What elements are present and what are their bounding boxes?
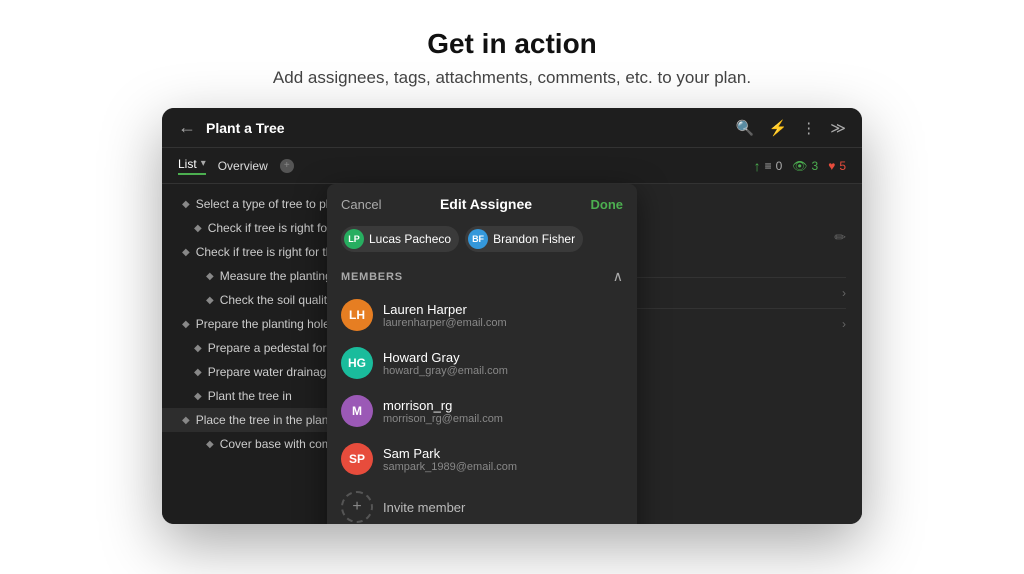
search-icon[interactable]: 🔍 (736, 119, 755, 137)
done-button[interactable]: Done (591, 197, 624, 212)
main-area: ◆ Select a type of tree to plant ◆ Check… (162, 184, 862, 524)
member-email-sam: sampark_1989@email.com (383, 461, 623, 473)
filter-icon[interactable]: ⚡ (769, 119, 788, 137)
stat-hearts: ♥ 5 (828, 159, 846, 173)
avatar-brandon: BF (468, 229, 488, 249)
eye-icon: 👁 (792, 159, 807, 173)
bullet-icon: ◆ (194, 223, 202, 234)
add-tab-dot[interactable]: + (280, 159, 294, 173)
bullet-icon: ◆ (194, 367, 202, 378)
member-lauren[interactable]: LH Lauren Harper laurenharper@email.com (327, 291, 637, 339)
invite-label: Invite member (383, 500, 465, 515)
tab-overview[interactable]: Overview (218, 159, 268, 173)
page-title: Get in action (0, 28, 1024, 60)
bullet-icon: ◆ (206, 271, 214, 282)
avatar-lauren: LH (341, 299, 373, 331)
top-icons: 🔍 ⚡ ⋮ ≫ (736, 119, 846, 137)
bullet-icon: ◆ (194, 343, 202, 354)
bullet-icon: ◆ (194, 391, 202, 402)
right-stats: ↑ ≡ 0 👁 3 ♥ 5 (754, 158, 846, 174)
invite-member-item[interactable]: + Invite member (327, 483, 637, 524)
modal-title: Edit Assignee (440, 196, 532, 212)
app-window: ← Plant a Tree 🔍 ⚡ ⋮ ≫ List ▾ Overview +… (162, 108, 862, 524)
more-icon[interactable]: ⋮ (801, 119, 816, 137)
member-name-howard: Howard Gray (383, 350, 623, 365)
members-header: MEMBERS ∧ (327, 262, 637, 291)
member-info-howard: Howard Gray howard_gray@email.com (383, 350, 623, 377)
member-email-morrison: morrison_rg@email.com (383, 413, 623, 425)
modal-header: Cancel Edit Assignee Done (327, 184, 637, 220)
member-name-morrison: morrison_rg (383, 398, 623, 413)
cancel-button[interactable]: Cancel (341, 197, 381, 212)
tab-list[interactable]: List ▾ (178, 157, 206, 175)
back-button[interactable]: ← (178, 117, 196, 138)
avatar-howard: HG (341, 347, 373, 379)
member-name-lauren: Lauren Harper (383, 302, 623, 317)
arrow-up-icon: ↑ (754, 158, 761, 174)
avatar-morrison: M (341, 395, 373, 427)
member-email-lauren: laurenharper@email.com (383, 317, 623, 329)
member-morrison[interactable]: M morrison_rg morrison_rg@email.com (327, 387, 637, 435)
sub-bar: List ▾ Overview + ↑ ≡ 0 👁 3 ♥ 5 (162, 148, 862, 184)
member-sam[interactable]: SP Sam Park sampark_1989@email.com (327, 435, 637, 483)
chevron-right-icon: › (842, 317, 846, 331)
bullet-icon: ◆ (182, 415, 190, 426)
edit-assignee-modal: Cancel Edit Assignee Done LP Lucas Pache… (327, 184, 637, 524)
members-label: MEMBERS (341, 271, 403, 283)
collapse-members-icon[interactable]: ∧ (613, 268, 623, 285)
member-info-lauren: Lauren Harper laurenharper@email.com (383, 302, 623, 329)
assignee-chip-brandon[interactable]: BF Brandon Fisher (465, 226, 583, 252)
stat-list-icon: ≡ (765, 159, 772, 173)
edit-icon[interactable]: ✏ (834, 229, 846, 265)
assignee-chip-lucas[interactable]: LP Lucas Pacheco (341, 226, 459, 252)
assignee-name-brandon: Brandon Fisher (493, 232, 575, 246)
stat-eyes: 👁 3 (792, 159, 818, 173)
member-info-morrison: morrison_rg morrison_rg@email.com (383, 398, 623, 425)
stat-zero: 0 (776, 159, 783, 173)
member-info-sam: Sam Park sampark_1989@email.com (383, 446, 623, 473)
member-howard[interactable]: HG Howard Gray howard_gray@email.com (327, 339, 637, 387)
member-email-howard: howard_gray@email.com (383, 365, 623, 377)
avatar-lucas: LP (344, 229, 364, 249)
selected-assignees: LP Lucas Pacheco BF Brandon Fisher (327, 220, 637, 262)
invite-icon: + (341, 491, 373, 523)
page-subtitle: Add assignees, tags, attachments, commen… (0, 68, 1024, 88)
project-title: Plant a Tree (206, 120, 736, 136)
top-bar: ← Plant a Tree 🔍 ⚡ ⋮ ≫ (162, 108, 862, 148)
page-header: Get in action Add assignees, tags, attac… (0, 0, 1024, 108)
stat-arrow: ↑ ≡ 0 (754, 158, 783, 174)
heart-icon: ♥ (828, 159, 835, 173)
bullet-icon: ◆ (182, 199, 190, 210)
bullet-icon: ◆ (182, 319, 190, 330)
assignee-name-lucas: Lucas Pacheco (369, 232, 451, 246)
chevron-right-icon: › (842, 286, 846, 300)
expand-icon[interactable]: ≫ (830, 119, 846, 137)
bullet-icon: ◆ (206, 439, 214, 450)
bullet-icon: ◆ (206, 295, 214, 306)
member-name-sam: Sam Park (383, 446, 623, 461)
bullet-icon: ◆ (182, 247, 190, 258)
avatar-sam: SP (341, 443, 373, 475)
